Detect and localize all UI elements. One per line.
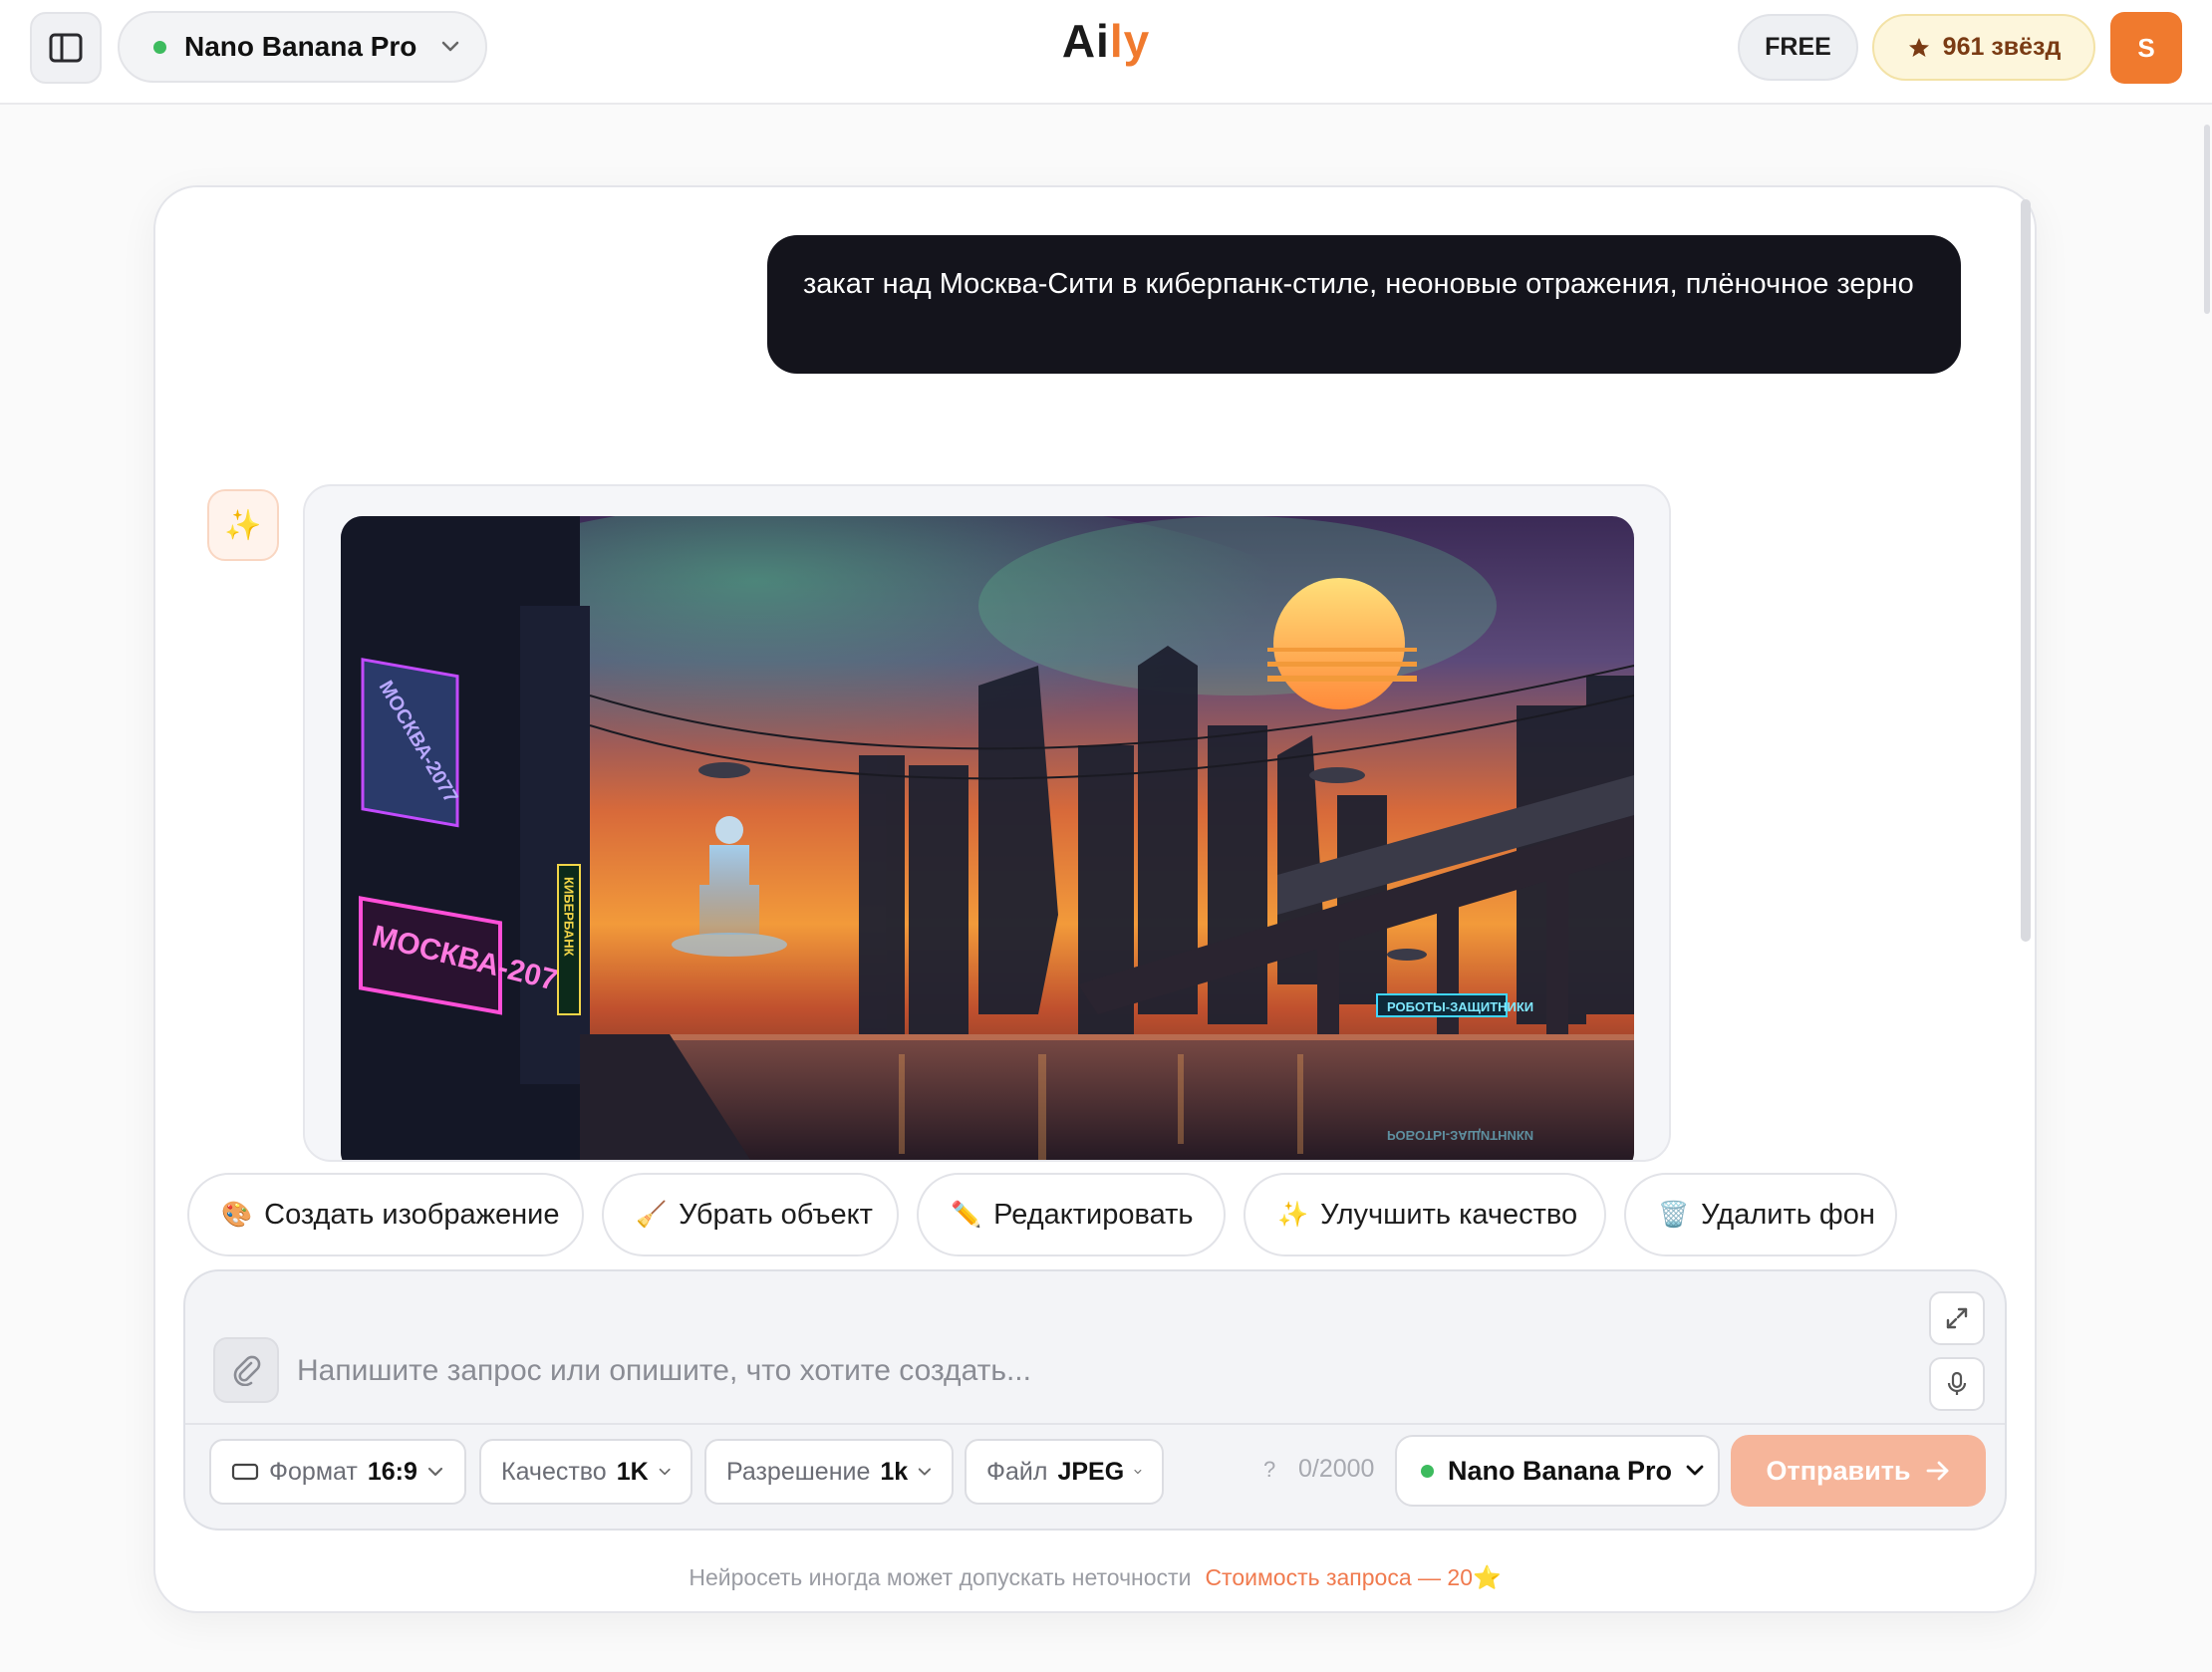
- generated-image[interactable]: МОСКВА-2077 МОСКВА-2077 КИБЕРБАНК РОБОТЫ…: [341, 516, 1634, 1160]
- send-label: Отправить: [1766, 1455, 1911, 1486]
- trash-icon: 🗑️: [1658, 1200, 1690, 1229]
- model-select-label: Nano Banana Pro: [1448, 1455, 1673, 1486]
- format-value: 16:9: [367, 1457, 417, 1486]
- file-value: JPEG: [1057, 1457, 1125, 1486]
- char-counter: 0/2000: [1298, 1455, 1375, 1483]
- edit-button[interactable]: ✏️ Редактировать: [917, 1173, 1226, 1256]
- chip-label: Убрать объект: [679, 1198, 873, 1231]
- chevron-down-icon: [659, 1468, 671, 1476]
- chip-label: Создать изображение: [264, 1198, 560, 1231]
- user-message-bubble: закат над Москва-Сити в киберпанк-стиле,…: [767, 235, 1961, 374]
- file-type-select[interactable]: Файл JPEG: [965, 1439, 1164, 1505]
- aspect-ratio-icon: [231, 1463, 259, 1481]
- sidebar-toggle-button[interactable]: [30, 12, 102, 84]
- quality-value: 1K: [616, 1457, 649, 1486]
- arrow-right-icon: [1926, 1461, 1948, 1481]
- broom-icon: 🧹: [636, 1200, 668, 1229]
- send-button[interactable]: Отправить: [1731, 1435, 1986, 1507]
- star-icon: [1908, 37, 1929, 57]
- brand-text-part2: ly: [1109, 15, 1151, 67]
- chip-label: Удалить фон: [1701, 1198, 1875, 1231]
- brand-text-part1: Ai: [1061, 15, 1110, 67]
- remove-background-button[interactable]: 🗑️ Удалить фон: [1624, 1173, 1897, 1256]
- resolution-value: 1k: [880, 1457, 909, 1486]
- model-select[interactable]: Nano Banana Pro: [1395, 1435, 1720, 1507]
- assistant-image-card: МОСКВА-2077 МОСКВА-2077 КИБЕРБАНК РОБОТЫ…: [303, 484, 1671, 1162]
- resolution-select[interactable]: Разрешение 1k: [704, 1439, 954, 1505]
- create-image-button[interactable]: 🎨 Создать изображение: [187, 1173, 584, 1256]
- status-dot: [153, 40, 166, 54]
- quick-actions: 🎨 Создать изображение 🧹 Убрать объект ✏️…: [187, 1173, 1897, 1256]
- remove-object-button[interactable]: 🧹 Убрать объект: [602, 1173, 899, 1256]
- top-bar: Nano Banana Pro Aily FREE 961 звёзд S: [0, 0, 2212, 105]
- stars-balance[interactable]: 961 звёзд: [1872, 14, 2095, 81]
- sparkles-icon: ✨: [1277, 1200, 1309, 1229]
- help-icon[interactable]: ?: [1263, 1457, 1275, 1483]
- assistant-avatar: ✨: [207, 489, 279, 561]
- page-scrollbar[interactable]: [2204, 125, 2210, 314]
- chevron-down-icon: [427, 1467, 442, 1477]
- bridge-neon-sign: РОБОТЫ-ЗАЩИТНИКИ: [1387, 999, 1533, 1014]
- format-select[interactable]: Формат 16:9: [209, 1439, 466, 1505]
- resolution-label: Разрешение: [726, 1457, 871, 1486]
- disclaimer-text: Нейросеть иногда может допускать неточно…: [689, 1564, 1192, 1590]
- chip-label: Улучшить качество: [1320, 1198, 1578, 1231]
- microphone-button[interactable]: [1929, 1357, 1985, 1411]
- expand-button[interactable]: [1929, 1291, 1985, 1345]
- model-name: Nano Banana Pro: [184, 31, 417, 62]
- avatar[interactable]: S: [2110, 12, 2182, 84]
- chevron-down-icon: [918, 1468, 932, 1476]
- composer: Формат 16:9 Качество 1K Разрешение 1k Фа…: [183, 1269, 2007, 1531]
- footer-note: Нейросеть иногда может допускать неточно…: [153, 1564, 2037, 1591]
- quality-label: Качество: [501, 1457, 607, 1486]
- chat-scrollbar[interactable]: [2021, 199, 2031, 942]
- expand-icon: [1946, 1307, 1968, 1329]
- quality-select[interactable]: Качество 1K: [479, 1439, 692, 1505]
- status-dot: [1421, 1464, 1434, 1478]
- attach-button[interactable]: [213, 1337, 279, 1403]
- model-selector-pill[interactable]: Nano Banana Pro: [118, 11, 487, 83]
- brand-logo[interactable]: Aily: [1056, 14, 1156, 68]
- palette-icon: 🎨: [221, 1200, 253, 1229]
- request-cost: Стоимость запроса — 20⭐: [1205, 1564, 1502, 1590]
- prompt-input[interactable]: [297, 1341, 1792, 1401]
- format-label: Формат: [269, 1457, 358, 1486]
- stars-label: 961 звёзд: [1942, 33, 2062, 61]
- plan-badge[interactable]: FREE: [1738, 14, 1858, 81]
- chevron-down-icon: [1134, 1469, 1142, 1475]
- chevron-down-icon: [1686, 1465, 1704, 1476]
- chevron-down-icon: [442, 41, 459, 52]
- sign-reflection: РОБОТЫ-ЗАЩИТНИКИ: [1387, 1128, 1533, 1143]
- microphone-icon: [1947, 1371, 1967, 1395]
- generated-image-art: МОСКВА-2077 МОСКВА-2077 КИБЕРБАНК РОБОТЫ…: [341, 516, 1634, 1160]
- divider: [185, 1423, 2005, 1425]
- pencil-icon: ✏️: [951, 1200, 982, 1229]
- sidebar-panel-icon: [49, 33, 83, 63]
- vertical-neon-sign: КИБЕРБАНК: [562, 877, 577, 957]
- file-label: Файл: [986, 1457, 1048, 1486]
- upscale-button[interactable]: ✨ Улучшить качество: [1244, 1173, 1606, 1256]
- chip-label: Редактировать: [993, 1198, 1194, 1231]
- paperclip-icon: [233, 1355, 261, 1386]
- sparkles-icon: ✨: [224, 508, 262, 542]
